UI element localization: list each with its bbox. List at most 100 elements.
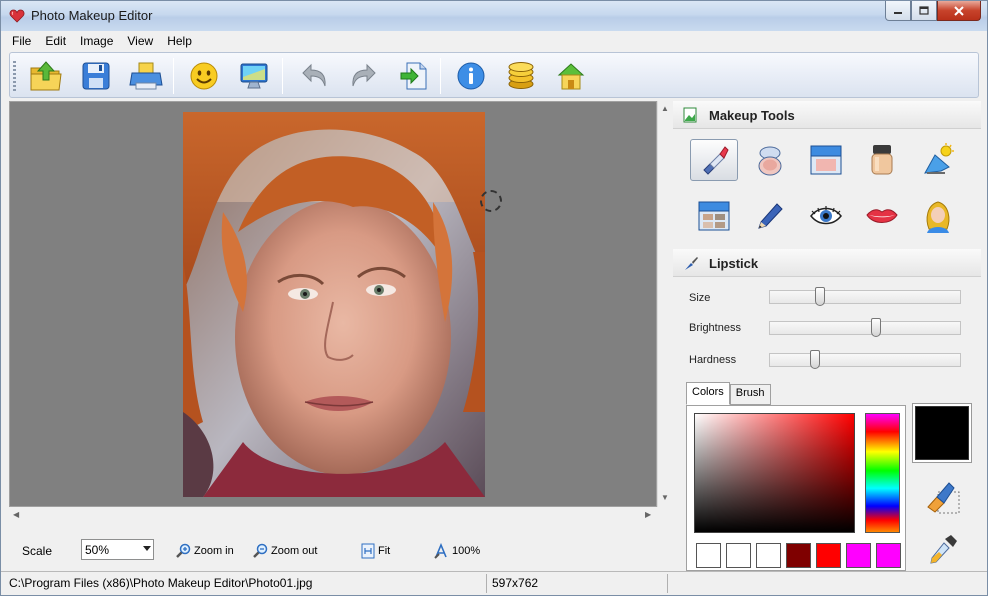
pencil-tool[interactable]: [746, 195, 794, 237]
menu-bar: File Edit Image View Help: [1, 31, 987, 51]
color-picker-button[interactable]: [927, 533, 959, 570]
info-icon: [457, 62, 485, 90]
actual-size-label: 100%: [452, 545, 481, 557]
zoom-in-icon: [176, 543, 191, 558]
tanning-tool[interactable]: [914, 139, 962, 181]
status-bar: C:\Program Files (x86)\Photo Makeup Edit…: [1, 571, 987, 595]
powder-icon: [758, 146, 782, 176]
undo-icon: [302, 63, 326, 87]
brush-cursor: [480, 190, 502, 212]
eye-icon: [810, 206, 842, 225]
eyeshadow-tool[interactable]: [690, 195, 738, 237]
export-icon: [400, 62, 427, 90]
zoom-in-label: Zoom in: [194, 545, 234, 557]
lipstick-icon: [703, 146, 729, 175]
home-button[interactable]: [553, 58, 589, 94]
saturation-value-picker[interactable]: [694, 413, 855, 533]
fit-button[interactable]: Fit: [361, 543, 390, 559]
menu-file[interactable]: File: [5, 31, 38, 51]
smiley-icon: [190, 62, 218, 90]
color-swatch[interactable]: [876, 543, 901, 568]
scroll-left-arrow[interactable]: ◀: [13, 510, 19, 519]
main-toolbar: [9, 52, 979, 98]
eraser-button[interactable]: [925, 479, 961, 518]
fit-label: Fit: [378, 545, 391, 557]
smiley-button[interactable]: [186, 58, 222, 94]
zoom-out-label: Zoom out: [271, 545, 318, 557]
color-swatch[interactable]: [726, 543, 751, 568]
save-button[interactable]: [78, 58, 114, 94]
portrait-image: [183, 112, 485, 497]
print-button[interactable]: [128, 58, 164, 94]
menu-image[interactable]: Image: [73, 31, 120, 51]
brightness-slider[interactable]: [769, 318, 961, 337]
coins-button[interactable]: [503, 58, 539, 94]
size-label: Size: [689, 292, 711, 304]
zoom-in-button[interactable]: Zoom in: [175, 543, 234, 559]
minimize-button[interactable]: [885, 1, 911, 21]
minimize-icon: [894, 11, 902, 14]
hardness-slider[interactable]: [769, 350, 961, 369]
menu-view[interactable]: View: [120, 31, 160, 51]
export-button[interactable]: [396, 58, 432, 94]
makeup-tools-header: Makeup Tools: [673, 101, 981, 129]
eraser-brush-icon: [927, 482, 960, 514]
hair-tool[interactable]: [914, 195, 962, 237]
open-button[interactable]: [28, 58, 64, 94]
tanning-icon: [924, 143, 954, 174]
horizontal-scrollbar[interactable]: ◀ ▶: [9, 507, 657, 522]
size-slider-thumb[interactable]: [815, 287, 825, 306]
coins-icon: [508, 62, 534, 89]
blush-tool[interactable]: [802, 139, 850, 181]
hardness-slider-thumb[interactable]: [810, 350, 820, 369]
status-file-path: C:\Program Files (x86)\Photo Makeup Edit…: [9, 576, 313, 590]
actual-size-button[interactable]: 100%: [433, 543, 480, 559]
powder-tool[interactable]: [746, 139, 794, 181]
open-icon: [30, 61, 62, 91]
monitor-button[interactable]: [236, 58, 272, 94]
brightness-label: Brightness: [689, 322, 741, 334]
lips-icon: [866, 209, 898, 223]
scale-select[interactable]: 50%: [81, 539, 154, 560]
hue-slider[interactable]: [865, 413, 900, 533]
color-swatch[interactable]: [846, 543, 871, 568]
undo-button[interactable]: [296, 58, 332, 94]
monitor-icon: [240, 63, 268, 89]
eye-tool[interactable]: [802, 195, 850, 237]
tab-colors[interactable]: Colors: [686, 382, 730, 405]
scroll-up-arrow[interactable]: ▲: [661, 104, 669, 113]
lipstick-title: Lipstick: [709, 256, 759, 271]
blush-icon: [810, 145, 842, 175]
close-icon: [954, 5, 964, 16]
zoom-out-button[interactable]: Zoom out: [252, 543, 317, 559]
color-swatch[interactable]: [786, 543, 811, 568]
scroll-down-arrow[interactable]: ▼: [661, 493, 669, 502]
colors-panel: [686, 405, 906, 571]
lipstick-tool[interactable]: [690, 139, 738, 181]
lips-tool[interactable]: [858, 195, 906, 237]
tab-brush[interactable]: Brush: [729, 384, 771, 405]
info-button[interactable]: [453, 58, 489, 94]
menu-help[interactable]: Help: [160, 31, 199, 51]
pencil-icon: [758, 203, 783, 229]
hardness-label: Hardness: [689, 354, 737, 366]
size-slider[interactable]: [769, 287, 961, 306]
vertical-scrollbar[interactable]: ▲ ▼: [657, 101, 671, 507]
redo-button[interactable]: [346, 58, 382, 94]
scroll-right-arrow[interactable]: ▶: [645, 510, 651, 519]
brightness-slider-thumb[interactable]: [871, 318, 881, 337]
color-swatch[interactable]: [816, 543, 841, 568]
foundation-tool[interactable]: [858, 139, 906, 181]
actual-size-icon: [434, 543, 447, 559]
photo[interactable]: [183, 112, 485, 497]
maximize-button[interactable]: [911, 1, 937, 21]
current-color[interactable]: [915, 406, 969, 460]
app-window: Photo Makeup Editor File Edit Image View…: [0, 0, 988, 596]
zoom-out-icon: [253, 543, 268, 558]
color-swatch[interactable]: [696, 543, 721, 568]
menu-edit[interactable]: Edit: [38, 31, 73, 51]
toolbar-grip[interactable]: [13, 61, 16, 91]
close-button[interactable]: [937, 1, 981, 21]
image-canvas[interactable]: [9, 101, 657, 507]
color-swatch[interactable]: [756, 543, 781, 568]
